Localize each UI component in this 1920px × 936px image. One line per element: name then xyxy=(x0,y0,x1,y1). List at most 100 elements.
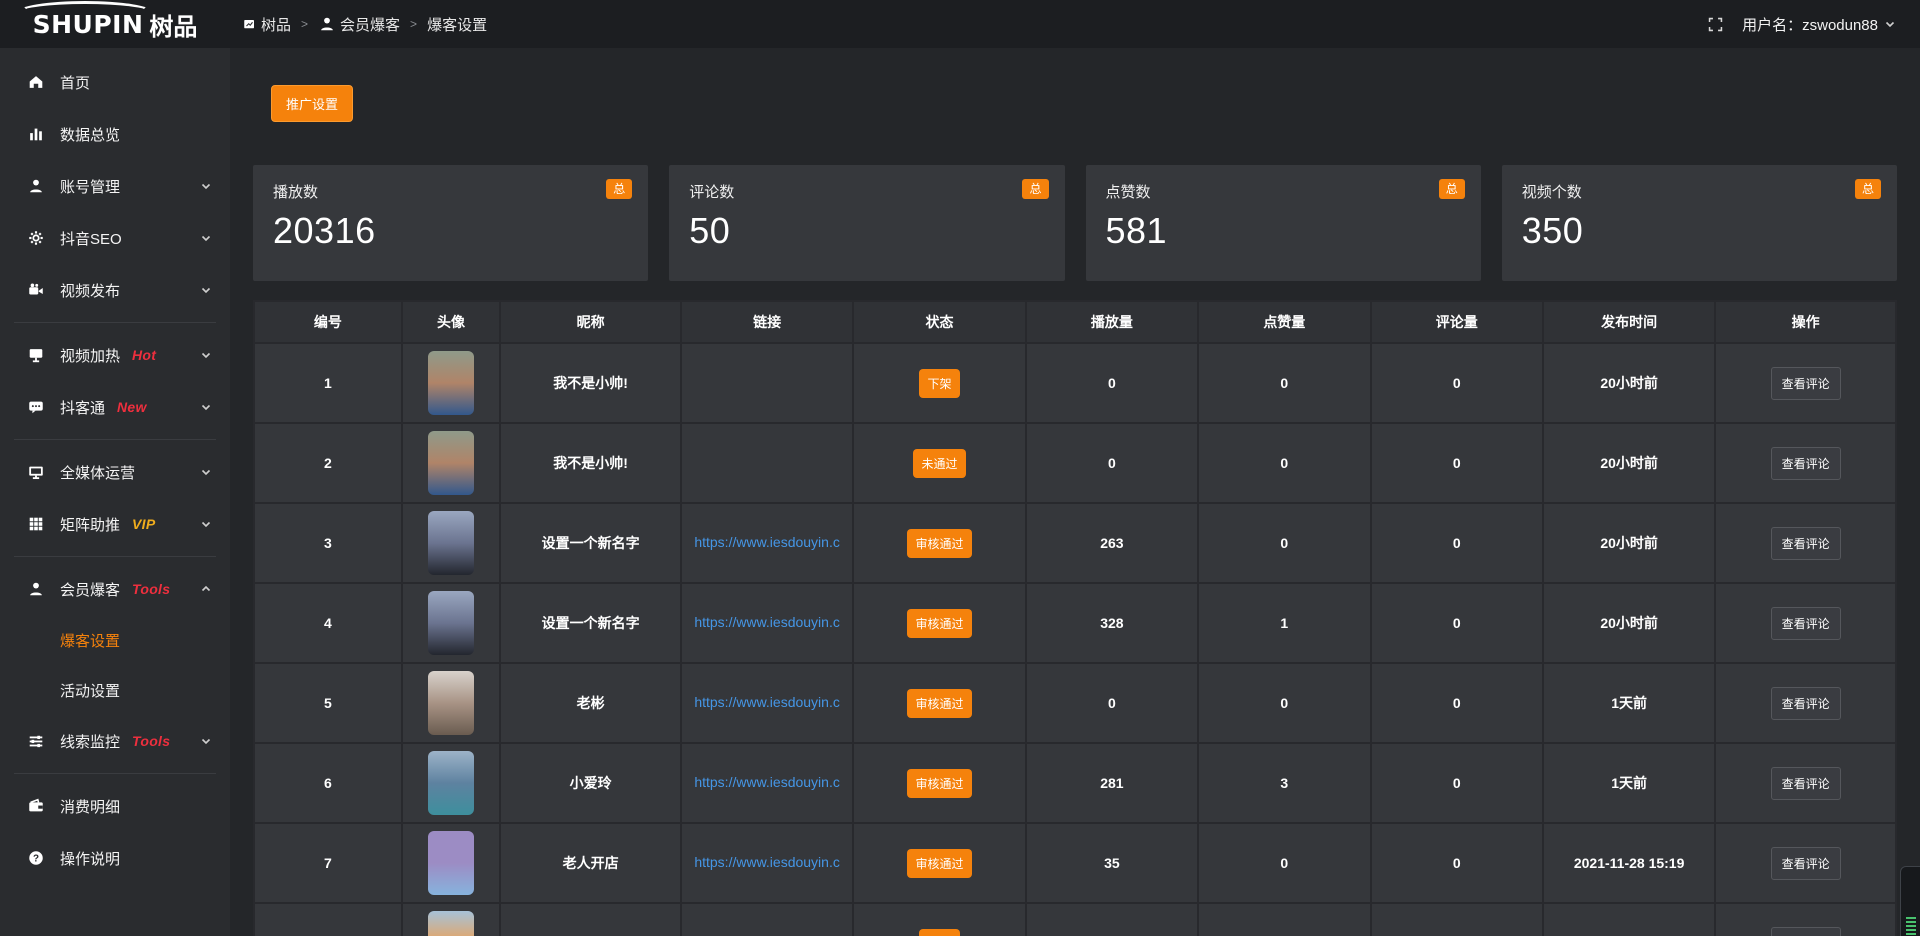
publish-time: 20小时前 xyxy=(1543,583,1715,663)
play-count: 35 xyxy=(1026,823,1198,903)
sidebar-item[interactable]: 矩阵助推 VIP xyxy=(0,498,230,550)
sidebar-item-label: 账号管理 xyxy=(60,176,120,197)
sidebar-item-badge: Hot xyxy=(132,347,156,363)
sidebar-item[interactable]: 消费明细 xyxy=(0,780,230,832)
status-badge: 审核通过 xyxy=(907,769,971,798)
sidebar-item[interactable]: 线索监控 Tools xyxy=(0,715,230,767)
view-comments-button[interactable]: 查看评论 xyxy=(1771,367,1841,400)
publish-time: 1天前 xyxy=(1543,663,1715,743)
avatar xyxy=(428,431,474,495)
view-comments-button[interactable]: 查看评论 xyxy=(1771,847,1841,880)
sidebar-subitem[interactable]: 爆客设置 xyxy=(0,615,230,665)
view-comments-button[interactable]: 查看评论 xyxy=(1771,767,1841,800)
sidebar-item-label: 矩阵助推 xyxy=(60,514,120,535)
view-comments-button[interactable]: 查看评论 xyxy=(1771,687,1841,720)
view-comments-button[interactable]: 查看评论 xyxy=(1771,927,1841,936)
user-icon xyxy=(26,177,46,195)
fullscreen-icon[interactable] xyxy=(1707,16,1724,33)
nickname: Midnight xyxy=(500,903,681,936)
sidebar-item[interactable]: 视频加热Hot xyxy=(0,329,230,381)
user-menu[interactable]: 用户名：zswodun88 xyxy=(1742,14,1896,35)
play-count: 328 xyxy=(1026,583,1198,663)
status-badge: 审核通过 xyxy=(907,529,971,558)
chevron-down-icon xyxy=(1884,18,1896,30)
total-badge: 总 xyxy=(1439,179,1465,199)
like-count: 0 xyxy=(1198,663,1370,743)
breadcrumb-label: 树品 xyxy=(261,14,291,35)
play-count: 0 xyxy=(1026,423,1198,503)
floating-widget[interactable] xyxy=(1900,866,1920,936)
comment-count: 0 xyxy=(1371,583,1543,663)
sidebar-item[interactable]: 数据总览 xyxy=(0,108,230,160)
like-count: 0 xyxy=(1198,423,1370,503)
main-content: 推广设置 播放数 总 20316评论数 总 50点赞数 总 581视频个数 总 … xyxy=(230,48,1920,936)
breadcrumb-item[interactable]: 树品 xyxy=(242,14,291,35)
sidebar-item[interactable]: 首页 xyxy=(0,56,230,108)
view-comments-button[interactable]: 查看评论 xyxy=(1771,607,1841,640)
stat-card: 视频个数 总 350 xyxy=(1502,165,1897,281)
sidebar-item[interactable]: ?操作说明 xyxy=(0,832,230,884)
comment-count: 0 xyxy=(1371,503,1543,583)
sidebar-item[interactable]: 抖客通New xyxy=(0,381,230,433)
sidebar-subitem[interactable]: 活动设置 xyxy=(0,665,230,715)
sidebar-item-badge: Tools xyxy=(132,733,170,749)
play-count: 263 xyxy=(1026,503,1198,583)
play-count: 0 xyxy=(1026,343,1198,423)
like-count: 0 xyxy=(1198,503,1370,583)
column-header: 点赞量 xyxy=(1198,301,1370,343)
like-count: 1 xyxy=(1198,583,1370,663)
sidebar-item-badge: VIP xyxy=(132,516,155,532)
total-badge: 总 xyxy=(1855,179,1881,199)
video-link[interactable]: https://www.iesdouyin.c xyxy=(694,614,840,630)
like-count: 3 xyxy=(1198,743,1370,823)
stat-card-value: 50 xyxy=(689,210,1044,252)
promo-settings-button[interactable]: 推广设置 xyxy=(271,85,353,122)
nickname: 我不是小帅! xyxy=(500,343,681,423)
row-id: 4 xyxy=(254,583,402,663)
chevron-down-icon xyxy=(200,466,212,478)
sidebar-item-label: 抖客通 xyxy=(60,397,105,418)
video-link[interactable]: https://www.iesdouyin.c xyxy=(694,694,840,710)
breadcrumb-item[interactable]: 会员爆客 xyxy=(318,14,400,35)
breadcrumb-item[interactable]: 爆客设置 xyxy=(427,14,487,35)
status-badge: 审核通过 xyxy=(907,689,971,718)
view-comments-button[interactable]: 查看评论 xyxy=(1771,447,1841,480)
chevron-down-icon xyxy=(200,232,212,244)
stat-card-label: 播放数 xyxy=(273,181,628,202)
sidebar-item[interactable]: 会员爆客Tools xyxy=(0,563,230,615)
comment-count: 0 xyxy=(1371,663,1543,743)
panel-icon xyxy=(242,17,257,32)
video-link[interactable]: https://www.iesdouyin.c xyxy=(694,854,840,870)
sidebar-item-label: 线索监控 xyxy=(60,731,120,752)
play-count: 0 xyxy=(1026,903,1198,936)
row-id: 5 xyxy=(254,663,402,743)
table-row: 8 Midnight 下架 0 0 0 2021-11-28 15:17 查看评… xyxy=(254,903,1896,936)
logo-arc xyxy=(18,1,152,23)
breadcrumb-separator: > xyxy=(410,17,417,31)
table-row: 6 小爱玲 https://www.iesdouyin.c 审核通过 281 3… xyxy=(254,743,1896,823)
screen-icon xyxy=(26,346,46,364)
chevron-down-icon xyxy=(200,735,212,747)
sidebar-item-label: 会员爆客 xyxy=(60,579,120,600)
sidebar-item[interactable]: 抖音SEO xyxy=(0,212,230,264)
sidebar-item[interactable]: 视频发布 xyxy=(0,264,230,316)
table-row: 3 设置一个新名字 https://www.iesdouyin.c 审核通过 2… xyxy=(254,503,1896,583)
video-link[interactable]: https://www.iesdouyin.c xyxy=(694,534,840,550)
sidebar-item[interactable]: 全媒体运营 xyxy=(0,446,230,498)
publish-time: 20小时前 xyxy=(1543,343,1715,423)
video-table-viewport[interactable]: 编号头像昵称链接状态播放量点赞量评论量发布时间操作 1 我不是小帅! 下架 0 … xyxy=(253,300,1897,936)
sidebar-divider xyxy=(14,322,216,323)
stat-card-label: 评论数 xyxy=(689,181,1044,202)
comment-count: 0 xyxy=(1371,903,1543,936)
sidebar-item[interactable]: 账号管理 xyxy=(0,160,230,212)
stat-cards: 播放数 总 20316评论数 总 50点赞数 总 581视频个数 总 350 xyxy=(253,165,1897,281)
video-link[interactable]: https://www.iesdouyin.c xyxy=(694,774,840,790)
nickname: 设置一个新名字 xyxy=(500,583,681,663)
like-count: 0 xyxy=(1198,903,1370,936)
stat-card-label: 视频个数 xyxy=(1522,181,1877,202)
comment-count: 0 xyxy=(1371,343,1543,423)
like-count: 0 xyxy=(1198,823,1370,903)
view-comments-button[interactable]: 查看评论 xyxy=(1771,527,1841,560)
breadcrumb-label: 会员爆客 xyxy=(340,14,400,35)
like-count: 0 xyxy=(1198,343,1370,423)
